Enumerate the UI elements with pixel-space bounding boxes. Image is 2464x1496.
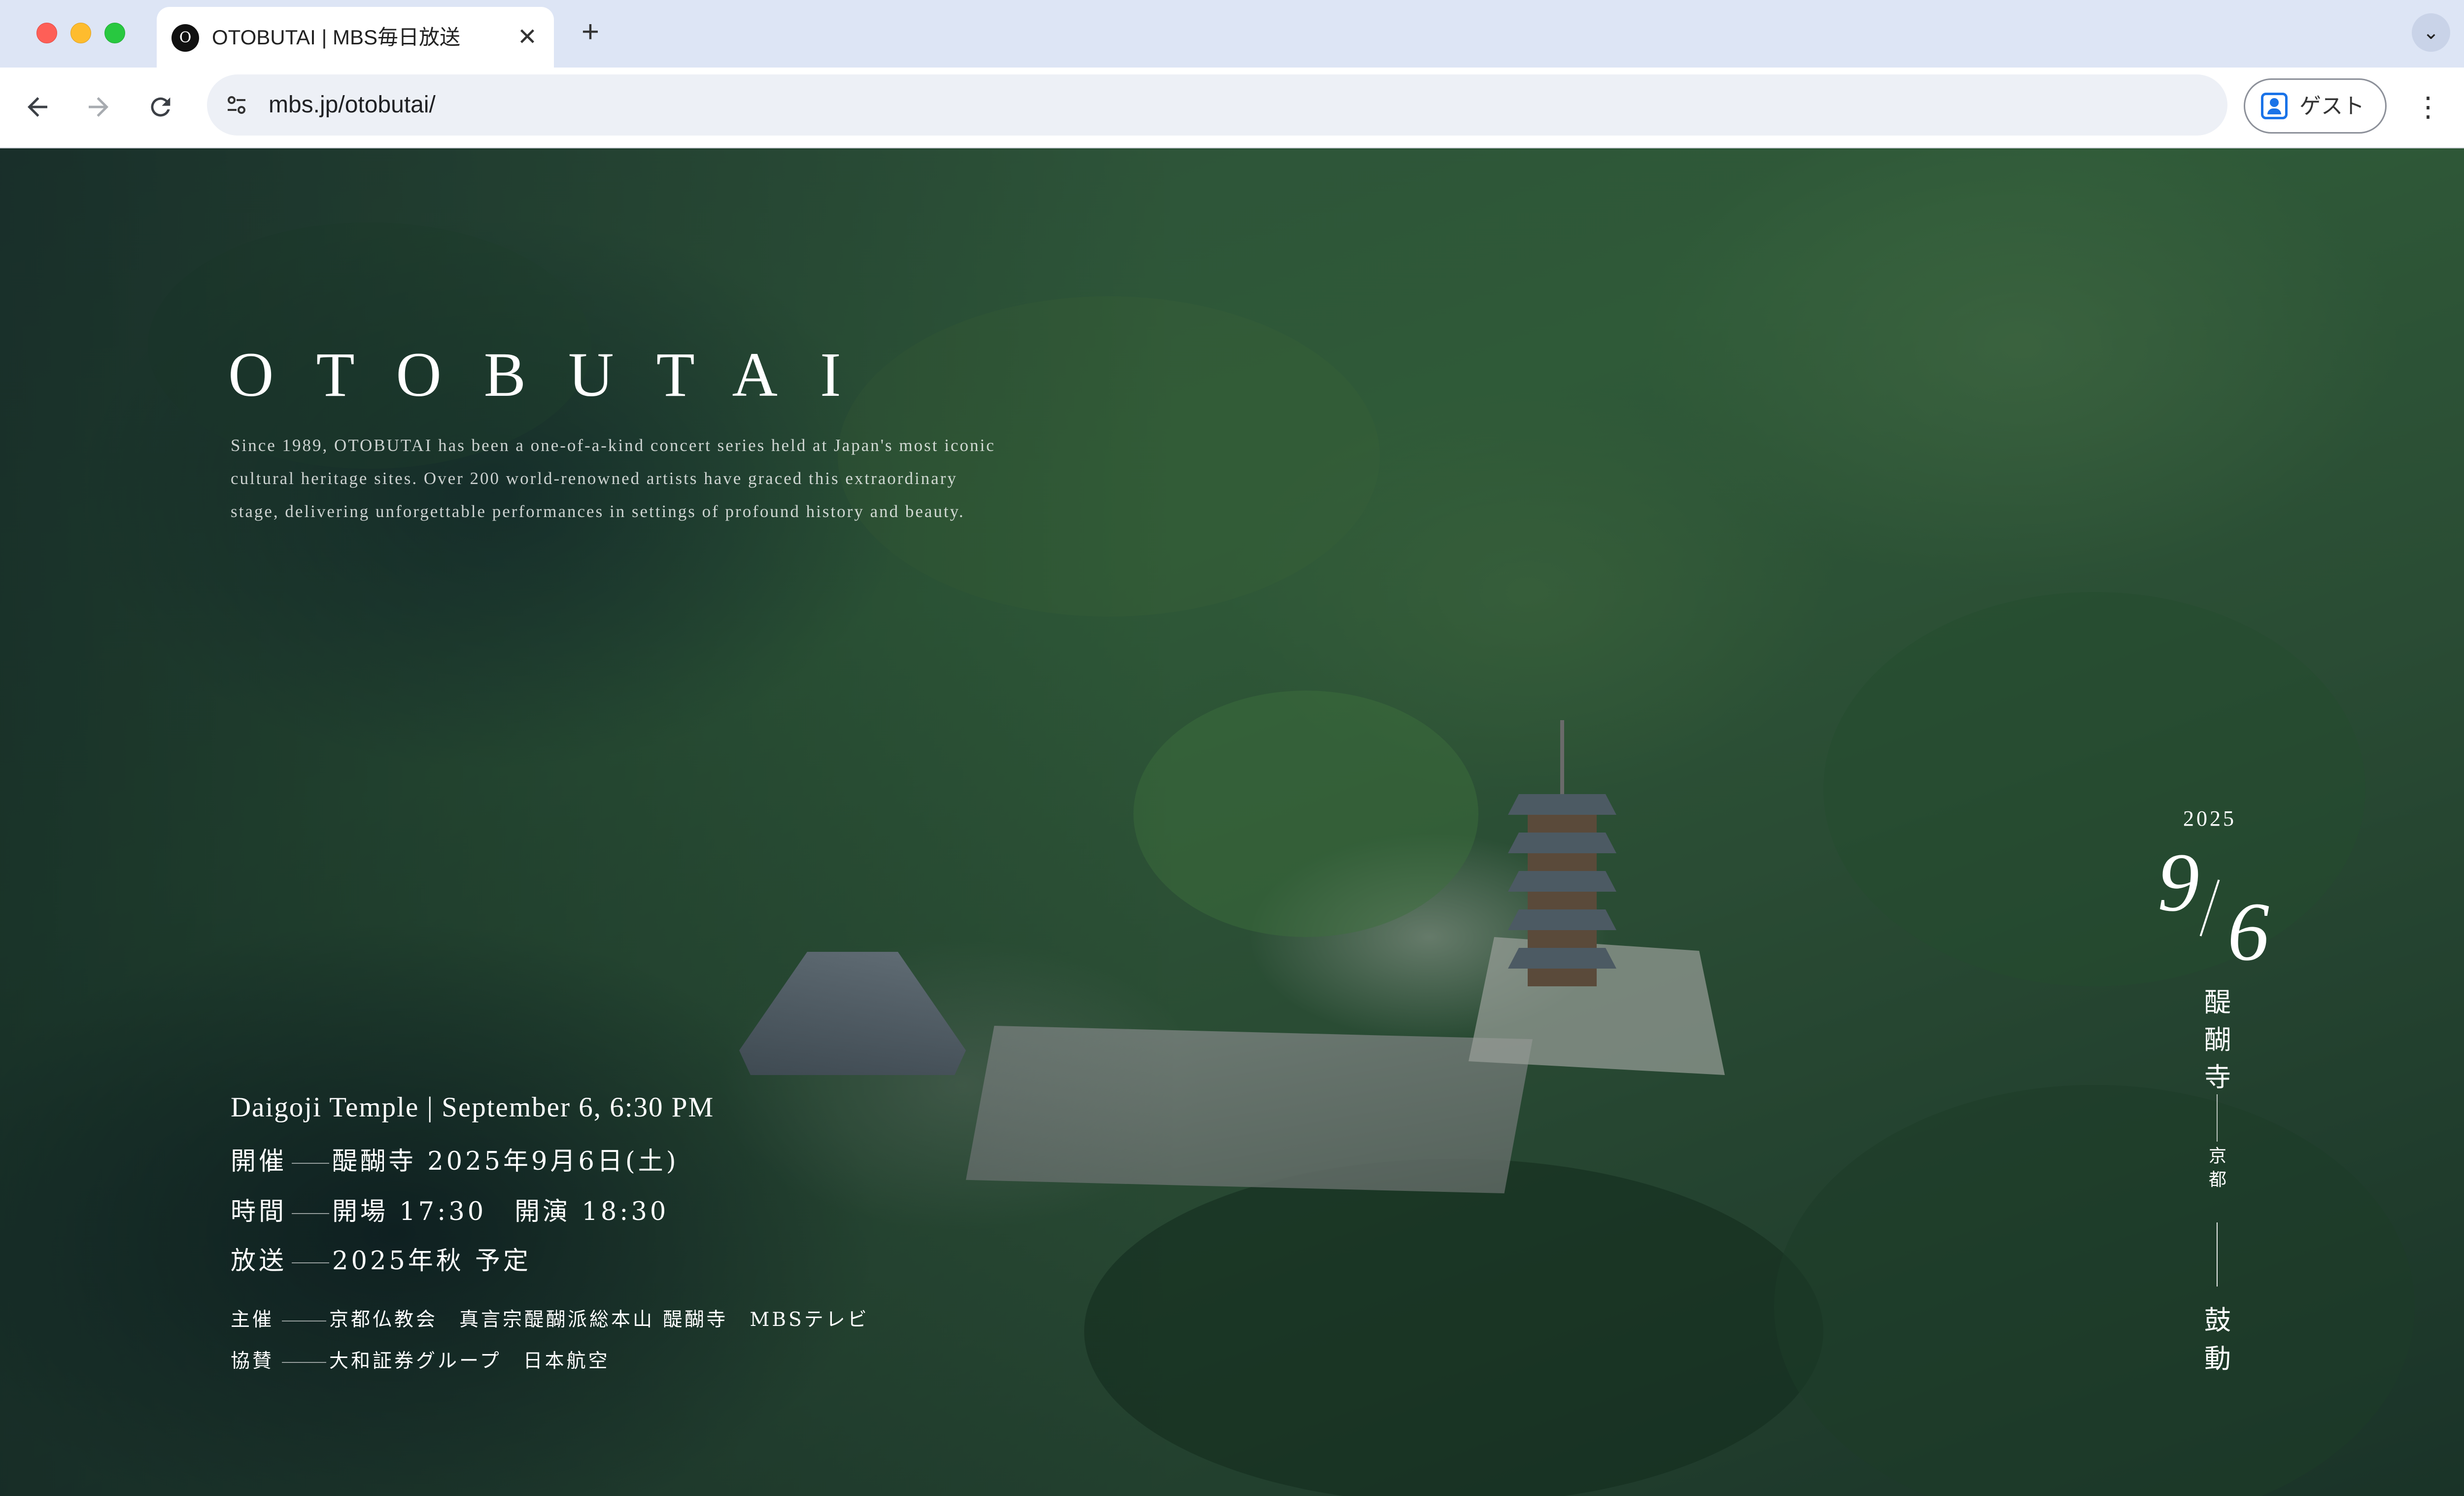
divider bbox=[282, 1362, 326, 1363]
event-day: 6 bbox=[2227, 885, 2269, 978]
info-row-time: 時間 開場 17:30 開演 18:30 bbox=[231, 1195, 669, 1229]
info-value: 2025年秋 予定 bbox=[332, 1247, 532, 1276]
window-minimize-button[interactable] bbox=[70, 23, 91, 43]
credit-row-organizer: 主催 京都仏教会 真言宗醍醐派総本山 醍醐寺 MBSテレビ bbox=[231, 1306, 869, 1334]
arrow-left-icon bbox=[28, 97, 47, 117]
credit-value: 大和証券グループ 日本航空 bbox=[329, 1350, 610, 1372]
forest-texture bbox=[1774, 1085, 2415, 1496]
plus-icon[interactable]: + bbox=[573, 15, 608, 49]
theme-vertical: 鼓動 bbox=[2204, 1305, 2231, 1374]
divider bbox=[292, 1262, 329, 1263]
reload-icon bbox=[151, 97, 171, 117]
profile-label: ゲスト bbox=[2299, 94, 2364, 118]
site-favicon: O bbox=[171, 24, 199, 52]
url-text[interactable]: mbs.jp/otobutai/ bbox=[269, 91, 436, 119]
close-icon[interactable]: ✕ bbox=[513, 24, 541, 51]
info-value: 醍醐寺 2025年9月6日(土) bbox=[332, 1147, 679, 1176]
kebab-icon[interactable]: ⋮ bbox=[2411, 87, 2445, 127]
info-row-venue: 開催 醍醐寺 2025年9月6日(土) bbox=[231, 1145, 679, 1179]
arrow-right-icon bbox=[89, 97, 108, 117]
tab-title: OTOBUTAI | MBS毎日放送 bbox=[212, 26, 461, 49]
tune-icon[interactable] bbox=[219, 87, 254, 123]
credit-label: 協賛 bbox=[231, 1350, 274, 1372]
forest-texture bbox=[1084, 1159, 1823, 1496]
profile-button[interactable]: ゲスト bbox=[2244, 78, 2387, 134]
info-label: 開催 bbox=[231, 1147, 287, 1176]
credit-row-sponsor: 協賛 大和証券グループ 日本航空 bbox=[231, 1348, 610, 1375]
forest-texture bbox=[1133, 691, 1478, 937]
divider bbox=[292, 1163, 329, 1164]
vertical-divider bbox=[2217, 1094, 2218, 1142]
vertical-divider bbox=[2217, 1222, 2218, 1287]
address-bar[interactable]: mbs.jp/otobutai/ bbox=[207, 74, 2227, 136]
back-button[interactable] bbox=[18, 87, 57, 127]
info-label: 時間 bbox=[231, 1197, 287, 1226]
forward-button[interactable] bbox=[79, 87, 118, 127]
event-year: 2025 bbox=[2183, 806, 2236, 831]
info-value: 開場 17:30 開演 18:30 bbox=[332, 1197, 669, 1226]
chevron-down-icon[interactable]: ⌄ bbox=[2412, 13, 2450, 52]
window-close-button[interactable] bbox=[36, 23, 57, 43]
credit-label: 主催 bbox=[231, 1309, 274, 1331]
intro-paragraph: Since 1989, OTOBUTAI has been a one-of-a… bbox=[231, 436, 995, 521]
credit-value: 京都仏教会 真言宗醍醐派総本山 醍醐寺 MBSテレビ bbox=[329, 1309, 869, 1331]
pagoda-image bbox=[1508, 720, 1616, 996]
tab-strip: O OTOBUTAI | MBS毎日放送 ✕ + ⌄ bbox=[0, 0, 2464, 68]
divider bbox=[292, 1213, 329, 1214]
info-label: 放送 bbox=[231, 1247, 287, 1276]
browser-toolbar: mbs.jp/otobutai/ ゲスト ⋮ bbox=[0, 68, 2464, 148]
divider bbox=[282, 1321, 326, 1322]
city-vertical: 京都 bbox=[2208, 1146, 2226, 1190]
brand-title: OTOBUTAI bbox=[228, 340, 884, 410]
reload-button[interactable] bbox=[141, 87, 180, 127]
forest-texture bbox=[1823, 592, 2365, 986]
active-tab[interactable]: O OTOBUTAI | MBS毎日放送 ✕ bbox=[157, 7, 554, 68]
event-summary: Daigoji Temple | September 6, 6:30 PM bbox=[231, 1092, 715, 1123]
person-icon bbox=[2261, 93, 2288, 119]
temple-name-vertical: 醍醐寺 bbox=[2204, 987, 2231, 1093]
info-row-broadcast: 放送 2025年秋 予定 bbox=[231, 1244, 531, 1279]
window-zoom-button[interactable] bbox=[104, 23, 125, 43]
event-month: 9 bbox=[2157, 836, 2199, 929]
